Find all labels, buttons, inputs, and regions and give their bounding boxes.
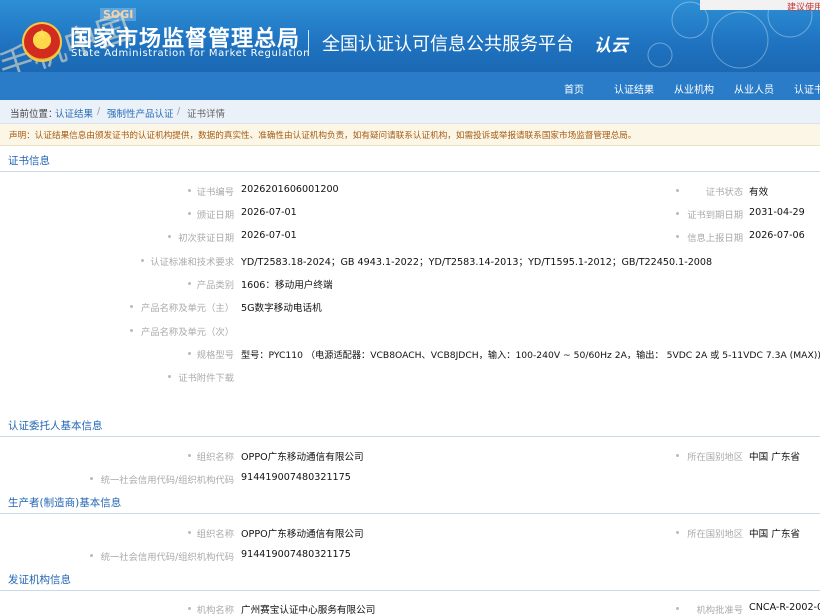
label-dot bbox=[188, 454, 191, 457]
breadcrumb-ccc[interactable]: 强制性产品认证 bbox=[107, 106, 174, 120]
report-date-value: 2026-07-06 bbox=[749, 230, 805, 241]
client-org-value: OPPO广东移动通信有限公司 bbox=[241, 452, 364, 463]
product-main-label: 产品名称及单元（主） bbox=[141, 303, 234, 314]
producer-credit-value: 914419007480321175 bbox=[241, 549, 351, 560]
sogi-mark: SOGI bbox=[100, 8, 137, 21]
label-dot bbox=[676, 531, 679, 534]
category-value: 1606：移动用户终端 bbox=[241, 280, 333, 291]
label-dot bbox=[141, 259, 144, 262]
breadcrumb-current: 证书详情 bbox=[187, 109, 226, 120]
attachment-label: 证书附件下载 bbox=[178, 373, 234, 384]
nav-item-home[interactable]: 首页 bbox=[564, 81, 584, 96]
expiry-label: 证书到期日期 bbox=[687, 210, 743, 221]
browser-advice-link[interactable]: 建议使用 bbox=[787, 0, 820, 13]
model-label: 规格型号 bbox=[196, 350, 234, 361]
label-dot bbox=[188, 282, 191, 285]
label-dot bbox=[188, 531, 191, 534]
issue-date-value: 2026-07-01 bbox=[241, 207, 297, 218]
label-dot bbox=[130, 305, 133, 308]
client-credit-value: 914419007480321175 bbox=[241, 472, 351, 483]
label-dot bbox=[676, 454, 679, 457]
breadcrumb-separator: / bbox=[177, 106, 181, 117]
producer-region-label: 所在国别地区 bbox=[687, 529, 743, 540]
status-value: 有效 bbox=[749, 187, 769, 198]
section-divider bbox=[0, 513, 820, 514]
label-dot bbox=[188, 212, 191, 215]
section-divider bbox=[0, 590, 820, 591]
disclaimer-text: 声明：认证结果信息由颁发证书的认证机构提供，数据的真实性、准确性由认证机构负责，… bbox=[9, 131, 637, 141]
label-dot bbox=[676, 212, 679, 215]
nav-item-cert-book[interactable]: 认证书 bbox=[794, 81, 820, 96]
label-dot bbox=[168, 375, 171, 378]
standards-label: 认证标准和技术要求 bbox=[150, 257, 234, 268]
label-dot bbox=[676, 189, 679, 192]
model-value: 型号：PYC110 （电源适配器：VCB8OACH、VCB8JDCH，输入：10… bbox=[241, 350, 820, 361]
nav-item-cert-results[interactable]: 认证结果 bbox=[614, 81, 654, 96]
producer-org-label: 组织名称 bbox=[196, 529, 234, 540]
label-dot bbox=[188, 189, 191, 192]
section-title-certificate: 证书信息 bbox=[8, 155, 50, 167]
national-emblem-icon bbox=[22, 22, 62, 62]
producer-credit-label: 统一社会信用代码/组织机构代码 bbox=[100, 552, 234, 563]
issuer-name-value: 广州赛宝认证中心服务有限公司 bbox=[241, 605, 376, 615]
issuer-approval-label: 机构批准号 bbox=[696, 605, 744, 615]
producer-region-value: 中国 广东省 bbox=[749, 529, 801, 540]
section-divider bbox=[0, 171, 820, 172]
label-dot bbox=[676, 607, 679, 610]
label-dot bbox=[130, 329, 133, 332]
client-region-label: 所在国别地区 bbox=[687, 452, 743, 463]
label-dot bbox=[90, 554, 93, 557]
disclaimer-notice: 声明：认证结果信息由颁发证书的认证机构提供，数据的真实性、准确性由认证机构负责，… bbox=[0, 124, 820, 146]
standards-value: YD/T2583.18-2024；GB 4943.1-2022；YD/T2583… bbox=[241, 257, 713, 268]
breadcrumb: 当前位置： 认证结果 / 强制性产品认证 / 证书详情 bbox=[0, 100, 820, 124]
breadcrumb-prefix: 当前位置： bbox=[10, 109, 58, 120]
label-dot bbox=[676, 235, 679, 238]
issuer-approval-value: CNCA-R-2002-01 bbox=[749, 602, 820, 613]
label-dot bbox=[90, 477, 93, 480]
breadcrumb-cert-results[interactable]: 认证结果 bbox=[55, 106, 93, 120]
section-divider bbox=[0, 436, 820, 437]
first-issue-value: 2026-07-01 bbox=[241, 230, 297, 241]
label-dot bbox=[188, 352, 191, 355]
report-date-label: 信息上报日期 bbox=[687, 233, 743, 244]
label-dot bbox=[188, 607, 191, 610]
header-divider bbox=[308, 30, 309, 56]
expiry-value: 2031-04-29 bbox=[749, 207, 805, 218]
cert-no-value: 2026201606001200 bbox=[241, 184, 339, 195]
section-title-client: 认证委托人基本信息 bbox=[8, 420, 103, 432]
agency-english-name: State Administration for Market Regulati… bbox=[71, 48, 311, 59]
producer-org-value: OPPO广东移动通信有限公司 bbox=[241, 529, 364, 540]
nav-item-personnel[interactable]: 从业人员 bbox=[734, 81, 774, 96]
header-banner: 手机中国 SOGI 国家市场监督管理总局 State Administratio… bbox=[0, 0, 820, 72]
nav-item-organizations[interactable]: 从业机构 bbox=[674, 81, 714, 96]
section-title-producer: 生产者(制造商)基本信息 bbox=[8, 497, 122, 509]
product-sub-label: 产品名称及单元（次） bbox=[141, 327, 234, 338]
status-label: 证书状态 bbox=[705, 187, 743, 198]
category-label: 产品类别 bbox=[196, 280, 234, 291]
label-dot bbox=[168, 235, 171, 238]
issue-date-label: 颁证日期 bbox=[196, 210, 234, 221]
platform-name: 全国认证认可信息公共服务平台 bbox=[322, 34, 574, 55]
client-credit-label: 统一社会信用代码/组织机构代码 bbox=[100, 475, 234, 486]
first-issue-label: 初次获证日期 bbox=[178, 233, 234, 244]
breadcrumb-separator: / bbox=[97, 106, 101, 117]
section-title-issuer: 发证机构信息 bbox=[8, 574, 71, 586]
product-main-value: 5G数字移动电话机 bbox=[241, 303, 322, 314]
client-org-label: 组织名称 bbox=[196, 452, 234, 463]
client-region-value: 中国 广东省 bbox=[749, 452, 801, 463]
cert-no-label: 证书编号 bbox=[196, 187, 234, 198]
platform-logo: 认云 bbox=[594, 36, 628, 56]
main-nav: 首页 认证结果 从业机构 从业人员 认证书 bbox=[0, 72, 820, 100]
issuer-name-label: 机构名称 bbox=[196, 605, 234, 615]
